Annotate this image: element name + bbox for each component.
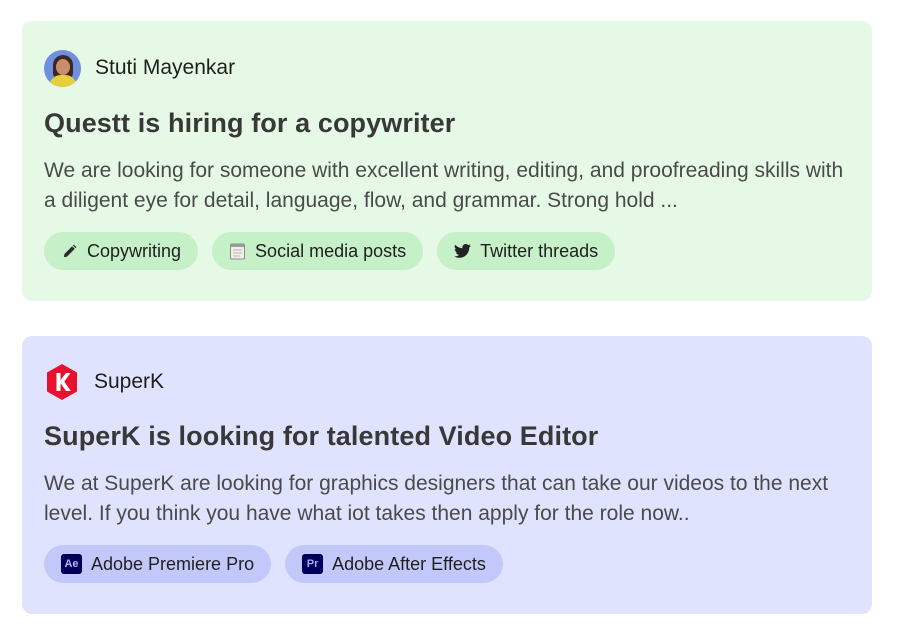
tag-label: Adobe After Effects xyxy=(332,553,486,574)
tag-list: Copywriting Social media posts Twitter t… xyxy=(44,232,850,270)
post-author[interactable]: Stuti Mayenkar xyxy=(44,49,850,87)
tag-social-media-posts[interactable]: Social media posts xyxy=(212,232,424,270)
tag-copywriting[interactable]: Copywriting xyxy=(44,232,199,270)
tag-label: Social media posts xyxy=(255,240,407,261)
tag-label: Adobe Premiere Pro xyxy=(91,553,255,574)
post-title[interactable]: SuperK is looking for talented Video Edi… xyxy=(44,421,850,452)
superk-logo-icon[interactable] xyxy=(44,363,80,401)
notepad-icon xyxy=(229,243,246,260)
pencil-icon xyxy=(61,243,78,260)
twitter-icon xyxy=(454,243,472,260)
post-description: We are looking for someone with excellen… xyxy=(44,159,844,212)
tag-label: Twitter threads xyxy=(480,240,599,261)
person-avatar[interactable] xyxy=(44,49,81,87)
author-name[interactable]: Stuti Mayenkar xyxy=(95,56,235,80)
author-name[interactable]: SuperK xyxy=(94,370,164,394)
job-post-card[interactable]: Stuti Mayenkar Questt is hiring for a co… xyxy=(22,21,872,301)
adobe-premiere-icon: Ae xyxy=(61,554,82,574)
tag-adobe-after-effects[interactable]: Pr Adobe After Effects xyxy=(285,545,503,583)
post-title[interactable]: Questt is hiring for a copywriter xyxy=(44,108,850,139)
tag-list: Ae Adobe Premiere Pro Pr Adobe After Eff… xyxy=(44,545,850,583)
tag-label: Copywriting xyxy=(87,240,182,261)
tag-twitter-threads[interactable]: Twitter threads xyxy=(437,232,616,270)
post-author[interactable]: SuperK xyxy=(44,363,850,401)
post-description: We at SuperK are looking for graphics de… xyxy=(44,472,829,525)
tag-adobe-premiere-pro[interactable]: Ae Adobe Premiere Pro xyxy=(44,545,272,583)
job-post-card[interactable]: SuperK SuperK is looking for talented Vi… xyxy=(22,336,872,614)
adobe-after-effects-icon: Pr xyxy=(302,554,324,574)
